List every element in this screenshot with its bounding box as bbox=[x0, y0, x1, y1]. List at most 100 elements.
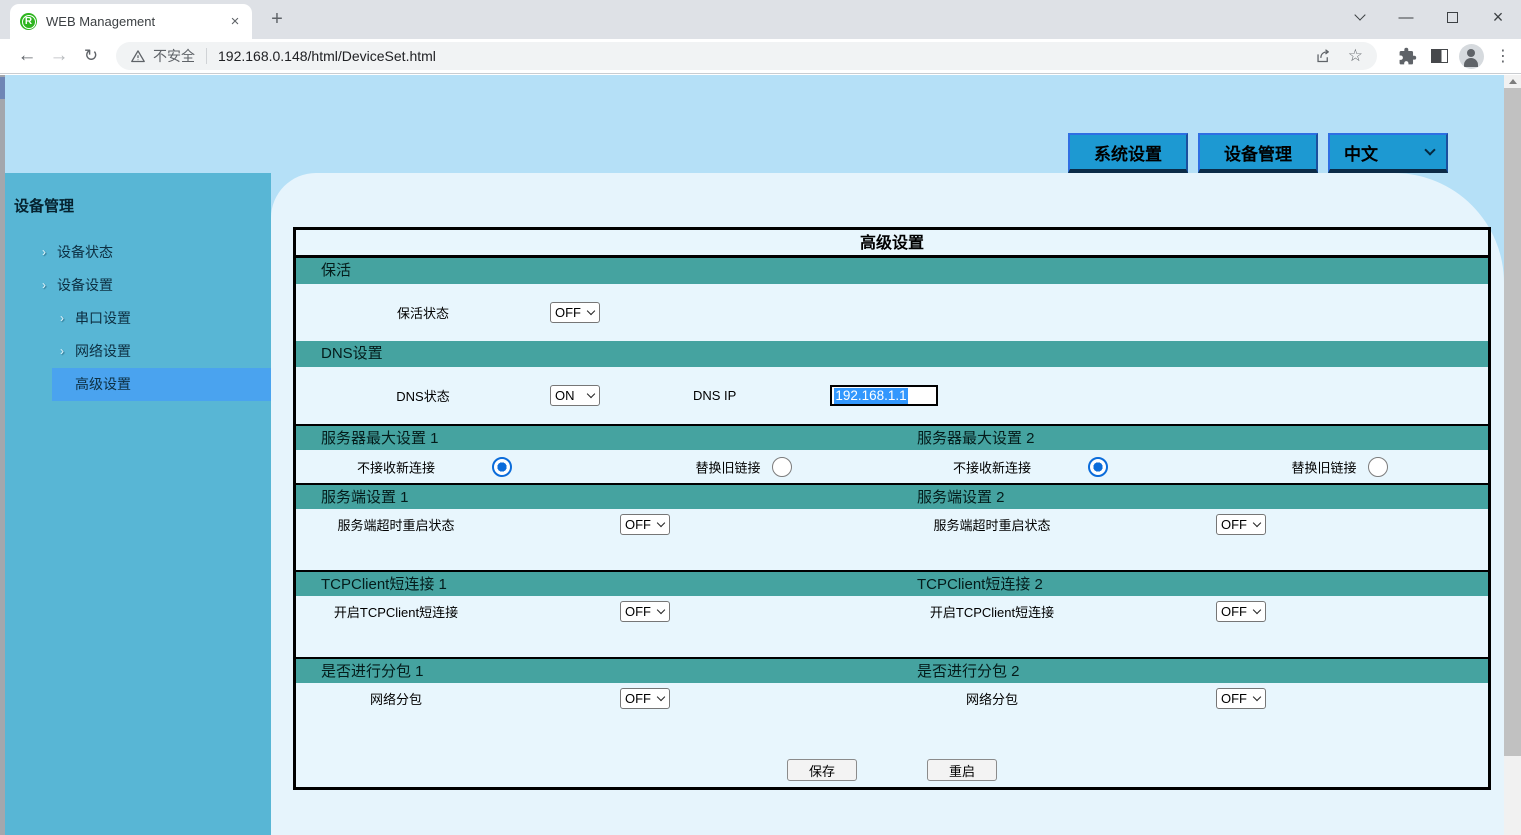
address-divider bbox=[206, 48, 207, 64]
server-timeout-restart-select-1[interactable]: OFF bbox=[620, 514, 670, 535]
arrow-bullet-icon: › bbox=[42, 236, 46, 269]
new-tab-button[interactable]: + bbox=[264, 7, 290, 33]
keepalive-select[interactable]: OFF bbox=[550, 302, 600, 323]
chevron-down-icon bbox=[657, 518, 665, 526]
dns-ip-input[interactable]: 192.168.1.1 bbox=[830, 385, 938, 406]
window-maximize-button[interactable] bbox=[1429, 0, 1475, 34]
replace-old-link-label-2: 替换旧链接 bbox=[1224, 457, 1424, 476]
not-secure-warning-icon bbox=[130, 49, 146, 64]
sidebar-item-network-settings[interactable]: › 网络设置 bbox=[0, 335, 271, 368]
enable-tcp-short-label-2: 开启TCPClient短连接 bbox=[892, 602, 1092, 621]
replace-old-link-radio-2[interactable] bbox=[1368, 457, 1388, 477]
dns-ip-value: 192.168.1.1 bbox=[834, 388, 907, 404]
save-button[interactable]: 保存 bbox=[787, 759, 857, 781]
chevron-down-icon bbox=[1253, 605, 1261, 613]
sidebar-item-label: 网络设置 bbox=[75, 343, 131, 359]
section-header-server-max: 服务器最大设置 1 服务器最大设置 2 bbox=[296, 424, 1488, 450]
tcp-client-body: 开启TCPClient短连接 OFF 开启TCPClient短连接 OFF bbox=[296, 596, 1488, 657]
forward-button[interactable]: → bbox=[46, 45, 72, 67]
server-timeout-restart-select-2[interactable]: OFF bbox=[1216, 514, 1266, 535]
no-new-connection-radio-1[interactable] bbox=[492, 457, 512, 477]
language-select[interactable]: 中文 bbox=[1328, 133, 1448, 173]
share-icon[interactable] bbox=[1314, 48, 1332, 65]
tab-close-icon[interactable]: × bbox=[226, 13, 244, 30]
replace-old-link-radio-1[interactable] bbox=[772, 457, 792, 477]
background-window-edge bbox=[0, 75, 5, 835]
browser-tab[interactable]: R WEB Management × bbox=[10, 4, 252, 39]
browser-toolbar: ← → ↻ 不安全 192.168.0.148/html/DeviceSet.h… bbox=[0, 39, 1521, 74]
system-settings-button[interactable]: 系统设置 bbox=[1068, 133, 1188, 173]
sidebar-item-device-status[interactable]: › 设备状态 bbox=[0, 236, 271, 269]
dns-ip-label: DNS IP bbox=[693, 388, 736, 403]
sidebar-item-serial-settings[interactable]: › 串口设置 bbox=[0, 302, 271, 335]
server-set-2-header: 服务端设置 2 bbox=[892, 485, 1488, 509]
sidebar-item-label: 串口设置 bbox=[75, 310, 131, 326]
language-value: 中文 bbox=[1344, 140, 1378, 165]
chevron-down-icon bbox=[1253, 518, 1261, 526]
chevron-down-icon bbox=[1424, 144, 1435, 155]
dns-status-label: DNS状态 bbox=[296, 386, 550, 405]
section-header-server-set: 服务端设置 1 服务端设置 2 bbox=[296, 483, 1488, 509]
sidebar-item-label: 设备状态 bbox=[57, 244, 113, 260]
server-set-1-header: 服务端设置 1 bbox=[296, 485, 892, 509]
bookmark-star-icon[interactable]: ☆ bbox=[1348, 46, 1363, 66]
chevron-down-icon bbox=[587, 307, 595, 315]
advanced-settings-table: 高级设置 保活 保活状态 OFF DNS设置 DNS状态 ON bbox=[293, 227, 1491, 790]
scrollbar-thumb[interactable] bbox=[1504, 88, 1521, 756]
sidebar-item-device-settings[interactable]: › 设备设置 bbox=[0, 269, 271, 302]
extensions-puzzle-icon[interactable] bbox=[1391, 47, 1423, 66]
section-header-tcp-client: TCPClient短连接 1 TCPClient短连接 2 bbox=[296, 570, 1488, 596]
site-favicon-icon: R bbox=[20, 13, 37, 30]
page-title: 高级设置 bbox=[296, 230, 1488, 258]
security-label[interactable]: 不安全 bbox=[153, 46, 195, 66]
chevron-down-icon bbox=[587, 390, 595, 398]
url-text[interactable]: 192.168.0.148/html/DeviceSet.html bbox=[218, 48, 436, 64]
server-max-row: 不接收新连接 替换旧链接 不接收新连接 替换旧链接 bbox=[296, 450, 1488, 483]
profile-avatar[interactable] bbox=[1455, 44, 1487, 69]
tab-search-icon[interactable] bbox=[1337, 0, 1383, 34]
side-panel-icon[interactable] bbox=[1423, 49, 1455, 63]
chevron-down-icon bbox=[657, 605, 665, 613]
no-new-connection-radio-2[interactable] bbox=[1088, 457, 1108, 477]
sidebar: 设备管理 › 设备状态 › 设备设置 › 串口设置 › 网络设置 bbox=[0, 173, 271, 835]
packet-2-header: 是否进行分包 2 bbox=[892, 659, 1488, 683]
replace-old-link-label-1: 替换旧链接 bbox=[628, 457, 828, 476]
arrow-bullet-icon: › bbox=[60, 335, 64, 368]
network-packet-label-1: 网络分包 bbox=[296, 689, 496, 708]
reload-button[interactable]: ↻ bbox=[78, 46, 104, 66]
dns-row: DNS状态 ON DNS IP 192.168.1.1 bbox=[296, 367, 1488, 424]
server-max-2-header: 服务器最大设置 2 bbox=[892, 426, 1488, 450]
network-packet-select-2[interactable]: OFF bbox=[1216, 688, 1266, 709]
device-management-button[interactable]: 设备管理 bbox=[1198, 133, 1318, 173]
enable-tcp-short-select-1[interactable]: OFF bbox=[620, 601, 670, 622]
tcp-client-2-header: TCPClient短连接 2 bbox=[892, 572, 1488, 596]
page-scrollbar[interactable] bbox=[1504, 75, 1521, 835]
keepalive-status-label: 保活状态 bbox=[296, 303, 550, 322]
packet-body: 网络分包 OFF 网络分包 OFF bbox=[296, 683, 1488, 719]
enable-tcp-short-label-1: 开启TCPClient短连接 bbox=[296, 602, 496, 621]
network-packet-select-1[interactable]: OFF bbox=[620, 688, 670, 709]
arrow-bullet-icon: › bbox=[60, 302, 64, 335]
sidebar-item-label: 设备设置 bbox=[57, 277, 113, 293]
dns-status-select[interactable]: ON bbox=[550, 385, 600, 406]
tab-strip: R WEB Management × + — × bbox=[0, 0, 1521, 39]
window-close-button[interactable]: × bbox=[1475, 0, 1521, 34]
sidebar-title: 设备管理 bbox=[0, 173, 271, 216]
browser-window: R WEB Management × + — × ← → ↻ 不安全 bbox=[0, 0, 1521, 835]
address-bar[interactable]: 不安全 192.168.0.148/html/DeviceSet.html ☆ bbox=[116, 42, 1377, 70]
form-button-row: 保存 重启 bbox=[296, 719, 1488, 787]
server-timeout-restart-label-1: 服务端超时重启状态 bbox=[296, 515, 496, 534]
network-packet-label-2: 网络分包 bbox=[892, 689, 1092, 708]
window-minimize-button[interactable]: — bbox=[1383, 0, 1429, 34]
enable-tcp-short-select-2[interactable]: OFF bbox=[1216, 601, 1266, 622]
sidebar-item-label: 高级设置 bbox=[75, 376, 131, 392]
no-new-connection-label-2: 不接收新连接 bbox=[892, 457, 1092, 476]
back-button[interactable]: ← bbox=[14, 45, 40, 67]
server-max-1-header: 服务器最大设置 1 bbox=[296, 426, 892, 450]
browser-menu-icon[interactable]: ⋮ bbox=[1487, 46, 1519, 66]
restart-button[interactable]: 重启 bbox=[927, 759, 997, 781]
sidebar-item-advanced-settings[interactable]: 高级设置 bbox=[52, 368, 271, 401]
tcp-client-1-header: TCPClient短连接 1 bbox=[296, 572, 892, 596]
web-page: 系统设置 设备管理 中文 高级设置 保活 保活状态 OFF DNS设置 bbox=[0, 75, 1521, 835]
scroll-up-arrow-icon[interactable] bbox=[1504, 76, 1521, 87]
